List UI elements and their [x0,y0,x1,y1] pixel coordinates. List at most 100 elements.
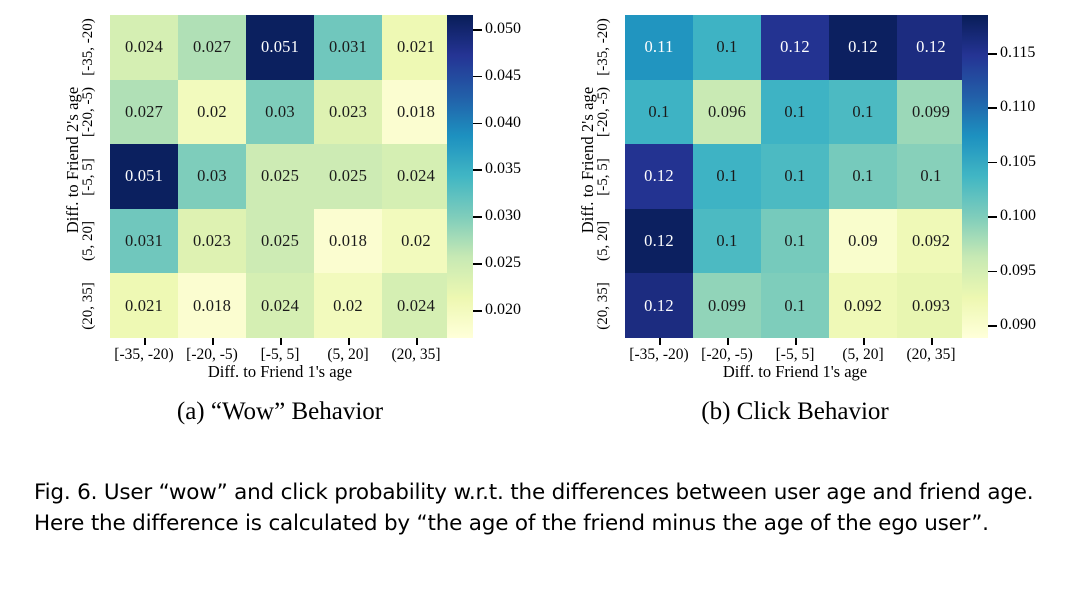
colorbar-tick-label: 0.020 [485,300,521,318]
colorbar-tick-label: 0.025 [485,254,521,272]
heatmap-cell: 0.024 [110,15,178,80]
heatmap-cell: 0.099 [693,273,761,338]
colorbar-gradient-b [962,15,988,338]
x-axis-tick-mark [144,338,146,345]
heatmap-cell: 0.1 [829,144,897,209]
heatmap-cell: 0.025 [314,144,382,209]
colorbar-a: 0.020 0.025 0.030 0.035 0.040 0.045 0.050 [447,15,547,338]
colorbar-tick-label: 0.050 [485,20,521,38]
colorbar-tick-label: 0.115 [1000,44,1036,62]
heatmap-cell: 0.02 [314,273,382,338]
heatmap-grid-click: 0.11 0.1 0.12 0.12 0.12 0.1 0.096 0.1 0.1 0.099 0.… [625,15,965,338]
heatmap-cell: 0.02 [178,79,246,145]
x-axis-tick-mark [795,338,797,345]
heatmap-grid-wow: 0.024 0.027 0.051 0.031 0.021 0.027 0.02 0.03 0.… [110,15,450,338]
heatmap-cell: 0.1 [625,79,693,145]
heatmap-cell: 0.12 [625,208,693,274]
heatmap-cell: 0.12 [897,15,965,80]
colorbar-tick-label: 0.040 [485,113,521,131]
heatmap-panel-wow: Diff. to Friend 2's age [-35, -20) [-20, … [40,0,550,400]
x-axis-tick-mark [863,338,865,345]
heatmap-cell: 0.1 [761,79,829,145]
heatmap-cell: 0.1 [761,273,829,338]
heatmap-cell: 0.025 [246,208,314,274]
x-axis-tick-mark [659,338,661,345]
heatmap-cell: 0.1 [693,15,761,80]
heatmap-cell: 0.03 [178,144,246,209]
heatmap-cell: 0.025 [246,144,314,209]
heatmap-cell: 0.051 [110,144,178,209]
heatmap-cell: 0.12 [829,15,897,80]
x-axis-tick-mark [931,338,933,345]
figure-caption: Fig. 6. User “wow” and click probability… [34,480,1034,536]
colorbar-tick-label: 0.045 [485,66,521,84]
colorbar-tick-mark [988,270,997,273]
heatmap-cell: 0.092 [897,208,965,274]
heatmap-cell: 0.092 [829,273,897,338]
colorbar-tick-label: 0.030 [485,207,521,225]
x-axis-tick-mark [348,338,350,345]
heatmap-cell: 0.1 [829,79,897,145]
colorbar-tick-label: 0.105 [1000,152,1036,170]
heatmap-cell: 0.021 [110,273,178,338]
subcaption-b: (b) Click Behavior [701,398,889,425]
colorbar-tick-label: 0.035 [485,160,521,178]
heatmap-cell: 0.023 [314,79,382,145]
colorbar-tick-mark [988,161,997,164]
heatmap-cell: 0.09 [829,208,897,274]
colorbar-tick-mark [473,216,482,218]
heatmap-cell: 0.1 [897,144,965,209]
heatmap-cell: 0.018 [314,208,382,274]
y-axis-tick-label: (20, 35] [595,281,611,330]
heatmap-cell: 0.1 [693,208,761,274]
colorbar-tick-mark [988,216,997,218]
heatmap-cell: 0.099 [897,79,965,145]
heatmap-cell: 0.024 [382,144,450,209]
heatmap-cell: 0.12 [761,15,829,80]
x-axis-title-b: Diff. to Friend 1's age [722,362,868,381]
colorbar-tick-label: 0.095 [1000,261,1036,279]
heatmap-cell: 0.093 [897,273,965,338]
colorbar-tick-label: 0.090 [1000,315,1036,333]
heatmap-cell: 0.024 [246,273,314,338]
heatmap-cell: 0.1 [693,144,761,209]
colorbar-tick-mark [473,29,482,31]
colorbar-gradient-a [447,15,473,338]
colorbar-b: 0.090 0.095 0.100 0.105 0.110 0.115 [962,15,1062,338]
heatmap-cell: 0.03 [246,79,314,145]
colorbar-tick-mark [988,324,997,327]
heatmap-cell: 0.027 [178,15,246,80]
colorbar-tick-mark [988,107,997,110]
heatmap-cell: 0.021 [382,15,450,80]
colorbar-tick-mark [473,309,482,312]
colorbar-tick-mark [473,75,482,78]
y-axis-tick-labels-a: [-35, -20) [-20, -5) [-5, 5] (5, 20] (20, 35… [76,15,145,338]
colorbar-tick-mark [988,53,997,55]
heatmap-panel-click: Diff. to Friend 2's age [-35, -20) [-20, … [555,0,1065,400]
x-axis-tick-mark [727,338,729,345]
heatmap-cell: 0.12 [625,144,693,209]
subcaption-a: (a) “Wow” Behavior [176,398,384,425]
heatmap-cell: 0.12 [625,273,693,338]
colorbar-tick-mark [473,169,482,172]
heatmap-cell: 0.1 [761,144,829,209]
x-axis-title-a: Diff. to Friend 1's age [207,362,353,381]
heatmap-cell: 0.018 [178,273,246,338]
heatmap-cell: 0.024 [382,273,450,338]
colorbar-tick-label: 0.110 [1000,98,1036,116]
colorbar-tick-mark [473,122,482,125]
heatmap-cell: 0.027 [110,79,178,145]
heatmap-cell: 0.031 [314,15,382,80]
x-axis-tick-mark [212,338,214,345]
heatmap-cell: 0.023 [178,208,246,274]
figure-area: Diff. to Friend 2's age [-35, -20) [-20, … [0,0,1080,460]
heatmap-cell: 0.096 [693,79,761,145]
y-axis-tick-label: (20, 35] [80,281,96,330]
heatmap-cell: 0.051 [246,15,314,80]
heatmap-cell: 0.018 [382,79,450,145]
heatmap-cell: 0.031 [110,208,178,274]
colorbar-tick-mark [473,263,482,265]
colorbar-tick-label: 0.100 [1000,207,1036,225]
x-axis-tick-mark [280,338,282,345]
heatmap-cell: 0.02 [382,208,450,274]
